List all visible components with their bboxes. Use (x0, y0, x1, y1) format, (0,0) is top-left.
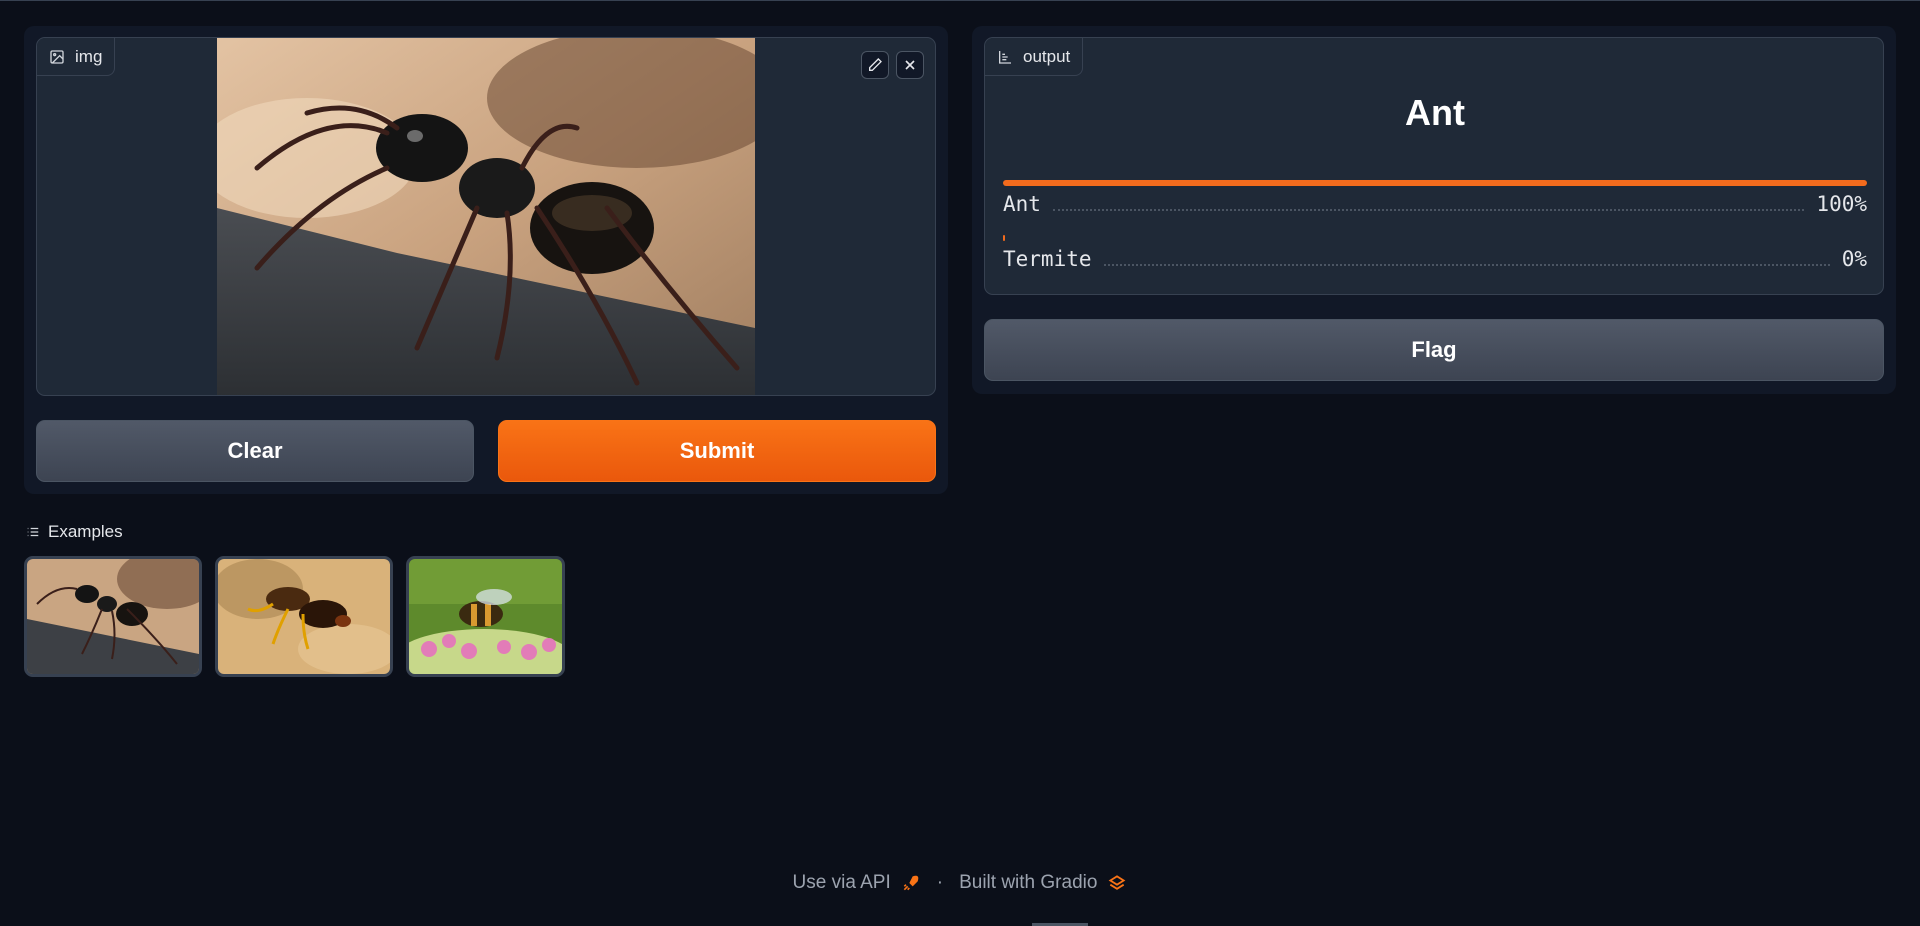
output-label: output (985, 38, 1084, 76)
dotted-leader (1052, 197, 1805, 211)
flag-button[interactable]: Flag (984, 319, 1884, 381)
submit-button[interactable]: Submit (498, 420, 936, 482)
remove-image-button[interactable] (896, 51, 924, 79)
list-icon (27, 527, 39, 537)
confidence-label: Ant (1003, 192, 1041, 216)
pencil-icon (869, 58, 882, 71)
confidence-bar-fill (1003, 180, 1867, 186)
footer: Use via API · Built with Gradio (0, 872, 1920, 894)
footer-separator: · (936, 872, 944, 893)
edit-image-button[interactable] (861, 51, 889, 79)
confidence-row[interactable]: Ant 100% (1003, 192, 1867, 216)
confidence-bar-ant (1003, 180, 1867, 186)
output-panel: output Ant Ant 100% Termite 0% Flag (972, 26, 1896, 394)
confidence-label: Termite (1003, 247, 1092, 271)
dotted-leader (1103, 252, 1830, 266)
built-with-gradio-link[interactable]: Built with Gradio (959, 872, 1097, 894)
predicted-label: Ant (1405, 92, 1465, 133)
input-panel: img Clear Submit (24, 26, 948, 494)
bar-chart-icon (999, 50, 1011, 64)
window-top-border (0, 0, 1920, 1)
example-thumbnail-termite[interactable] (215, 556, 393, 677)
confidence-value: 0% (1841, 247, 1867, 271)
image-input-label-text: img (75, 46, 103, 66)
image-input-label: img (37, 38, 116, 76)
close-icon (905, 60, 915, 70)
input-image (217, 38, 755, 395)
label-output: output Ant Ant 100% Termite 0% (984, 37, 1884, 295)
gradio-logo-icon (1109, 875, 1126, 890)
confidence-bar-fill (1003, 235, 1005, 241)
example-bee-image (409, 559, 562, 674)
examples-title: Examples (48, 522, 123, 541)
rocket-icon (903, 875, 919, 891)
examples-header: Examples (26, 522, 123, 542)
use-via-api-link[interactable]: Use via API (793, 872, 891, 894)
example-thumbnail-bee[interactable] (406, 556, 565, 677)
example-thumbnail-ant[interactable] (24, 556, 202, 677)
image-input[interactable]: img (36, 37, 936, 396)
example-ant-image (27, 559, 199, 674)
example-termite-image (218, 559, 390, 674)
image-icon (50, 49, 64, 64)
confidence-value: 100% (1816, 192, 1867, 216)
clear-button[interactable]: Clear (36, 420, 474, 482)
output-label-text: output (1023, 46, 1071, 66)
confidence-row[interactable]: Termite 0% (1003, 247, 1867, 271)
confidence-bar-termite (1003, 235, 1867, 241)
